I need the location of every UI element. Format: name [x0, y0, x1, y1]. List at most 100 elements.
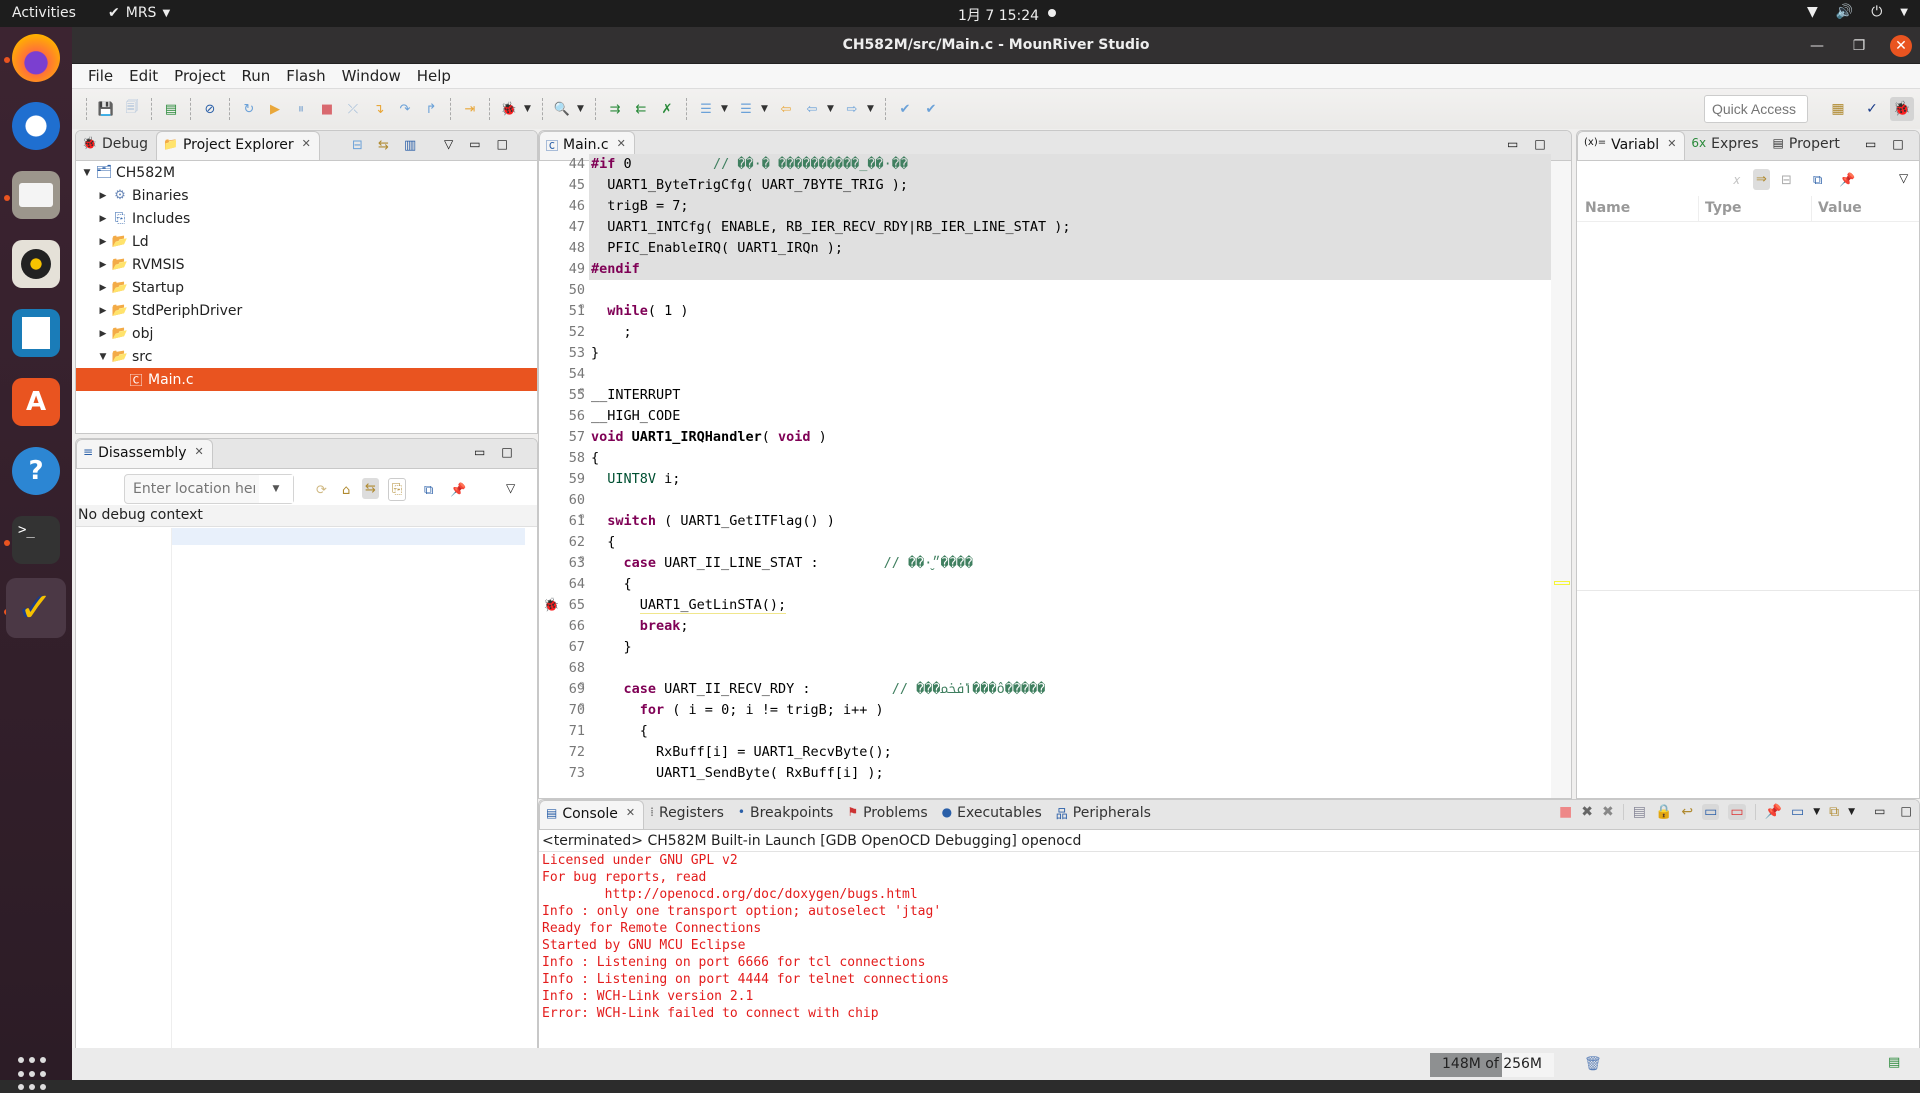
expand-arrow-icon[interactable]: ▶ — [96, 237, 110, 247]
code-line[interactable]: 72 RxBuff[i] = UART1_RecvByte(); — [539, 742, 1551, 763]
link-editor-icon[interactable]: ⇆ — [378, 138, 389, 153]
next-annotation-dropdown-icon[interactable]: ▼ — [721, 104, 731, 114]
debug-perspective-icon[interactable]: 🐞 — [1890, 97, 1914, 121]
view-menu-icon[interactable]: ▽ — [444, 137, 453, 151]
open-console-icon[interactable]: ▤ — [160, 98, 182, 120]
activities-button[interactable]: Activities — [12, 5, 76, 21]
tree-item-stdperiphdriver[interactable]: ▶ 📂 StdPeriphDriver — [76, 299, 537, 322]
refresh-icon[interactable]: ⟳ — [316, 483, 327, 498]
tab-variables[interactable]: (x)= Variabl ✕ — [1577, 131, 1686, 160]
menu-file[interactable]: File — [80, 64, 121, 88]
new-view-icon[interactable]: ⧉ — [424, 483, 433, 498]
thunderbird-icon[interactable] — [12, 102, 60, 150]
fold-toggle-icon[interactable]: ⊖ — [579, 696, 584, 717]
tab-peripherals[interactable]: 品 Peripherals — [1050, 800, 1159, 829]
link-with-debug-icon[interactable]: ⇆ — [362, 478, 379, 499]
tree-item-src[interactable]: ▼ 📂 src — [76, 345, 537, 368]
view-menu-icon[interactable]: ▽ — [506, 481, 515, 495]
menu-window[interactable]: Window — [334, 64, 409, 88]
code-line[interactable]: 48 PFIC_EnableIRQ( UART1_IRQn ); — [539, 238, 1551, 259]
code-line[interactable]: 71 { — [539, 721, 1551, 742]
minimize-view-icon[interactable]: ▭ — [1507, 137, 1518, 151]
detail-pane-divider[interactable] — [1577, 590, 1919, 591]
open-console-icon[interactable]: ⧉ — [1829, 804, 1839, 820]
close-tab-icon[interactable]: ✕ — [302, 137, 311, 160]
mounriver-studio-icon[interactable]: ✓ — [6, 578, 66, 638]
clock[interactable]: 1月 7 15:24 — [958, 5, 1039, 25]
tab-console[interactable]: ▤ Console ✕ — [539, 800, 645, 829]
terminal-icon[interactable]: >_ — [12, 516, 60, 564]
tree-item-startup[interactable]: ▶ 📂 Startup — [76, 276, 537, 299]
code-line[interactable]: 60 — [539, 490, 1551, 511]
tree-item-obj[interactable]: ▶ 📂 obj — [76, 322, 537, 345]
expand-arrow-icon[interactable]: ▶ — [96, 283, 110, 293]
code-line[interactable]: 62 { — [539, 532, 1551, 553]
tab-debug[interactable]: 🐞 Debug — [76, 131, 156, 160]
open-perspective-icon[interactable]: ▦ — [1826, 97, 1850, 121]
notifications-icon[interactable]: ▤ — [1888, 1055, 1900, 1070]
files-icon[interactable] — [12, 171, 60, 219]
code-line[interactable]: 70 ⊖ for ( i = 0; i != trigB; i++ ) — [539, 700, 1551, 721]
code-line[interactable]: 68 — [539, 658, 1551, 679]
forward-dropdown-icon[interactable]: ▼ — [867, 104, 877, 114]
rhythmbox-icon[interactable] — [12, 240, 60, 288]
system-tray[interactable]: ▼ 🔊 ⏻ ▼ — [1807, 4, 1908, 20]
code-line[interactable]: 50 — [539, 280, 1551, 301]
tab-registers[interactable]: ⁞ Registers — [644, 800, 732, 829]
pin-icon[interactable]: 📌 — [450, 483, 466, 498]
column-name[interactable]: Name — [1585, 200, 1630, 216]
minimize-button[interactable]: — — [1806, 35, 1828, 57]
home-icon[interactable]: ⌂ — [342, 483, 350, 498]
column-value[interactable]: Value — [1818, 200, 1862, 216]
overview-ruler[interactable] — [1551, 161, 1571, 798]
code-line[interactable]: 56 __HIGH_CODE — [539, 406, 1551, 427]
erase-icon[interactable]: ✔ — [920, 98, 942, 120]
code-line[interactable]: 65 🐞 UART1_GetLinSTA(); — [539, 595, 1551, 616]
firefox-icon[interactable] — [12, 34, 60, 82]
prev-annotation-icon[interactable]: ☰ — [735, 98, 757, 120]
tree-item-ch582m[interactable]: ▼ 🗂 CH582M — [76, 161, 537, 184]
menu-project[interactable]: Project — [166, 64, 233, 88]
menu-edit[interactable]: Edit — [121, 64, 166, 88]
display-console-dropdown-icon[interactable]: ▼ — [1813, 804, 1820, 820]
fold-toggle-icon[interactable]: ⊖ — [579, 297, 584, 318]
debug-dropdown-icon[interactable]: ▼ — [524, 104, 534, 114]
code-line[interactable]: 57 void UART1_IRQHandler( void ) — [539, 427, 1551, 448]
display-console-icon[interactable]: ▭ — [1791, 804, 1804, 820]
code-line[interactable]: 54 — [539, 364, 1551, 385]
libreoffice-writer-icon[interactable] — [12, 309, 60, 357]
collapse-all-icon[interactable]: ⊟ — [1781, 173, 1792, 188]
code-line[interactable]: 61 ⊖ switch ( UART1_GetITFlag() ) — [539, 511, 1551, 532]
scroll-lock-icon[interactable]: 🔒 — [1655, 804, 1672, 820]
tree-item-rvmsis[interactable]: ▶ 📂 RVMSIS — [76, 253, 537, 276]
maximize-view-icon[interactable]: □ — [1900, 804, 1911, 820]
suspend-icon[interactable]: ⏸ — [290, 98, 312, 120]
last-edit-icon[interactable]: ⇦ — [775, 98, 797, 120]
expand-arrow-icon[interactable]: ▶ — [96, 329, 110, 339]
close-tab-icon[interactable]: ✕ — [1667, 137, 1676, 160]
location-combo[interactable]: ▼ — [124, 474, 294, 504]
code-line[interactable]: 67 } — [539, 637, 1551, 658]
terminate-icon[interactable]: ■ — [1559, 804, 1572, 820]
close-button[interactable]: ✕ — [1890, 34, 1912, 57]
occurrence-marker[interactable] — [1554, 581, 1570, 585]
fold-toggle-icon[interactable]: ⊖ — [579, 507, 584, 528]
app-menu[interactable]: ✔ MRS ▼ — [108, 5, 170, 21]
console-output[interactable]: <terminated> CH582M Built-in Launch [GDB… — [539, 830, 1919, 1074]
code-line[interactable]: 51 ⊖ while( 1 ) — [539, 301, 1551, 322]
open-console-dropdown-icon[interactable]: ▼ — [1848, 804, 1855, 820]
heap-status[interactable]: 148M of 256M — [1430, 1053, 1554, 1077]
save-all-icon[interactable]: 🗐 — [121, 98, 143, 120]
collapse-all-icon[interactable]: ⊟ — [352, 138, 363, 153]
view-menu-icon[interactable]: ▽ — [1899, 171, 1908, 185]
maximize-view-icon[interactable]: □ — [1892, 137, 1903, 151]
back-dropdown-icon[interactable]: ▼ — [827, 104, 837, 114]
step-into-icon[interactable]: ↴ — [368, 98, 390, 120]
new-view-icon[interactable]: ⧉ — [1813, 173, 1822, 188]
tab-project-explorer[interactable]: 📁 Project Explorer ✕ — [156, 131, 320, 160]
column-type[interactable]: Type — [1705, 200, 1742, 216]
minimize-view-icon[interactable]: ▭ — [469, 137, 480, 151]
skip-breakpoints-icon[interactable]: ⊘ — [199, 98, 221, 120]
debug-icon[interactable]: 🐞 — [498, 98, 520, 120]
next-annotation-icon[interactable]: ☰ — [695, 98, 717, 120]
